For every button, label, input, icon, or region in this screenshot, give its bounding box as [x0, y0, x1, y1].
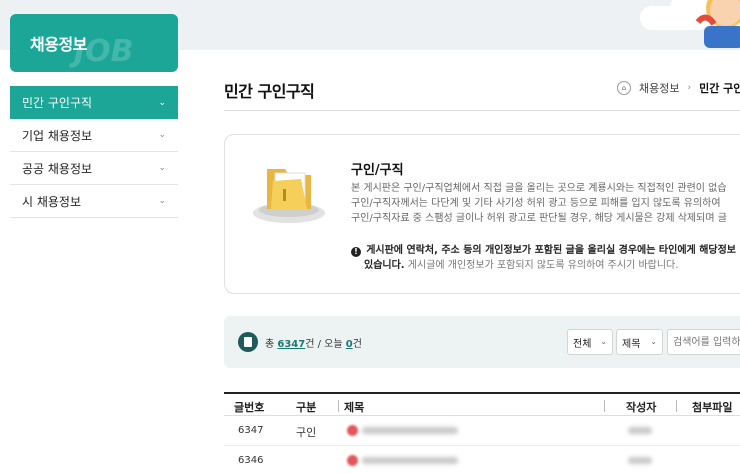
- sidebar-header: JOB 채용정보: [10, 14, 178, 72]
- post-author-redacted: [628, 457, 652, 464]
- header-attachment: 첨부파일: [692, 401, 733, 414]
- chevron-down-icon: ⌄: [158, 97, 166, 108]
- sidebar-item-label: 기업 채용정보: [22, 128, 93, 143]
- post-title-redacted[interactable]: [362, 427, 458, 434]
- sidebar-item-label: 시 채용정보: [22, 194, 82, 209]
- today-count: 0: [345, 339, 353, 350]
- post-author-redacted: [628, 427, 652, 434]
- sidebar-item-private-jobs[interactable]: 민간 구인구직 ⌄: [10, 86, 178, 119]
- post-number: 6347: [238, 425, 264, 436]
- chevron-down-icon: ⌄: [600, 337, 607, 346]
- warning-note: 게시글에 개인정보가 포함되지 않도록 유의하여 주시기 바랍니다.: [404, 260, 679, 271]
- table-row[interactable]: 6346: [224, 446, 740, 473]
- warning-text: 있습니다.: [364, 260, 405, 271]
- count-label: 건: [352, 339, 362, 350]
- total-count: 6347: [277, 339, 306, 350]
- chevron-right-icon: ›: [687, 83, 692, 93]
- sidebar-item-company-jobs[interactable]: 기업 채용정보 ⌄: [10, 119, 178, 152]
- scope-select-value: 전체: [573, 338, 592, 350]
- column-divider: [338, 400, 339, 412]
- mascot-illustration: [695, 0, 740, 48]
- sidebar-item-label: 공공 채용정보: [22, 161, 93, 176]
- count-label: 건 / 오늘: [305, 339, 346, 350]
- post-table: 글번호 구분 제목 작성자 첨부파일 6347 구인 6346: [224, 392, 740, 473]
- document-icon: [238, 332, 258, 352]
- privacy-warning: ! 게시판에 연락처, 주소 등의 개인정보가 포함된 글을 올리실 경우에는 …: [351, 243, 740, 273]
- breadcrumb: ⌂ 채용정보 › 민간 구인구직: [617, 80, 740, 96]
- search-input[interactable]: [667, 329, 740, 355]
- scope-select[interactable]: 전체 ⌄: [567, 329, 613, 355]
- notice-title: 구인/구직: [351, 163, 404, 178]
- warning-text: 게시판에 연락처, 주소 등의 개인정보가 포함된 글을 올리실 경우에는 타인…: [366, 245, 737, 256]
- new-badge-icon: [347, 455, 358, 466]
- notice-box: 구인/구직 본 게시판은 구인/구직업체에서 직접 글을 올리는 곳으로 계룡시…: [224, 134, 740, 294]
- home-icon[interactable]: ⌂: [617, 81, 631, 95]
- chevron-down-icon: ⌄: [650, 337, 657, 346]
- column-divider: [676, 400, 677, 412]
- notice-line: 본 게시판은 구인/구직업체에서 직접 글을 올리는 곳으로 계룡시와는 직접적…: [351, 183, 727, 194]
- chevron-down-icon: ⌄: [158, 130, 166, 140]
- sidebar-title: 채용정보: [30, 35, 87, 54]
- chevron-down-icon: ⌄: [158, 196, 166, 206]
- header-author: 작성자: [626, 401, 657, 414]
- field-select[interactable]: 제목 ⌄: [616, 329, 663, 355]
- field-select-value: 제목: [622, 338, 641, 350]
- breadcrumb-current: 민간 구인구직: [699, 82, 740, 95]
- new-badge-icon: [347, 425, 358, 436]
- breadcrumb-link[interactable]: 채용정보: [639, 80, 679, 96]
- post-category: 구인: [296, 426, 317, 439]
- sidebar-item-city-jobs[interactable]: 시 채용정보 ⌄: [10, 185, 178, 218]
- folder-icon: [253, 169, 325, 223]
- exclamation-icon: !: [351, 246, 361, 257]
- search-bar: 총 6347건 / 오늘 0건 전체 ⌄ 제목 ⌄: [224, 316, 740, 368]
- notice-body: 본 게시판은 구인/구직업체에서 직접 글을 올리는 곳으로 계룡시와는 직접적…: [351, 181, 740, 226]
- post-count: 총 6347건 / 오늘 0건: [265, 335, 362, 350]
- sidebar-nav: 민간 구인구직 ⌄ 기업 채용정보 ⌄ 공공 채용정보 ⌄ 시 채용정보 ⌄: [10, 86, 178, 218]
- sidebar-item-public-jobs[interactable]: 공공 채용정보 ⌄: [10, 152, 178, 185]
- post-number: 6346: [238, 455, 264, 466]
- sidebar-item-label: 민간 구인구직: [22, 96, 93, 110]
- page-title: 민간 구인구직: [224, 82, 315, 101]
- count-label: 총: [265, 339, 278, 350]
- chevron-down-icon: ⌄: [158, 163, 166, 173]
- column-divider: [604, 400, 605, 412]
- divider: [224, 110, 740, 111]
- notice-line: 구인/구직자료 중 스팸성 글이나 허위 광고로 판단될 경우, 해당 게시물은…: [351, 213, 727, 224]
- header-number: 글번호: [234, 401, 265, 414]
- notice-line: 구인/구직자께서는 다단계 및 기타 사기성 허위 광고 등으로 피해를 입지 …: [351, 198, 721, 209]
- header-category: 구분: [296, 401, 317, 414]
- post-title-redacted[interactable]: [362, 457, 458, 464]
- table-row[interactable]: 6347 구인: [224, 416, 740, 446]
- header-title: 제목: [344, 401, 365, 414]
- table-header: 글번호 구분 제목 작성자 첨부파일: [224, 392, 740, 416]
